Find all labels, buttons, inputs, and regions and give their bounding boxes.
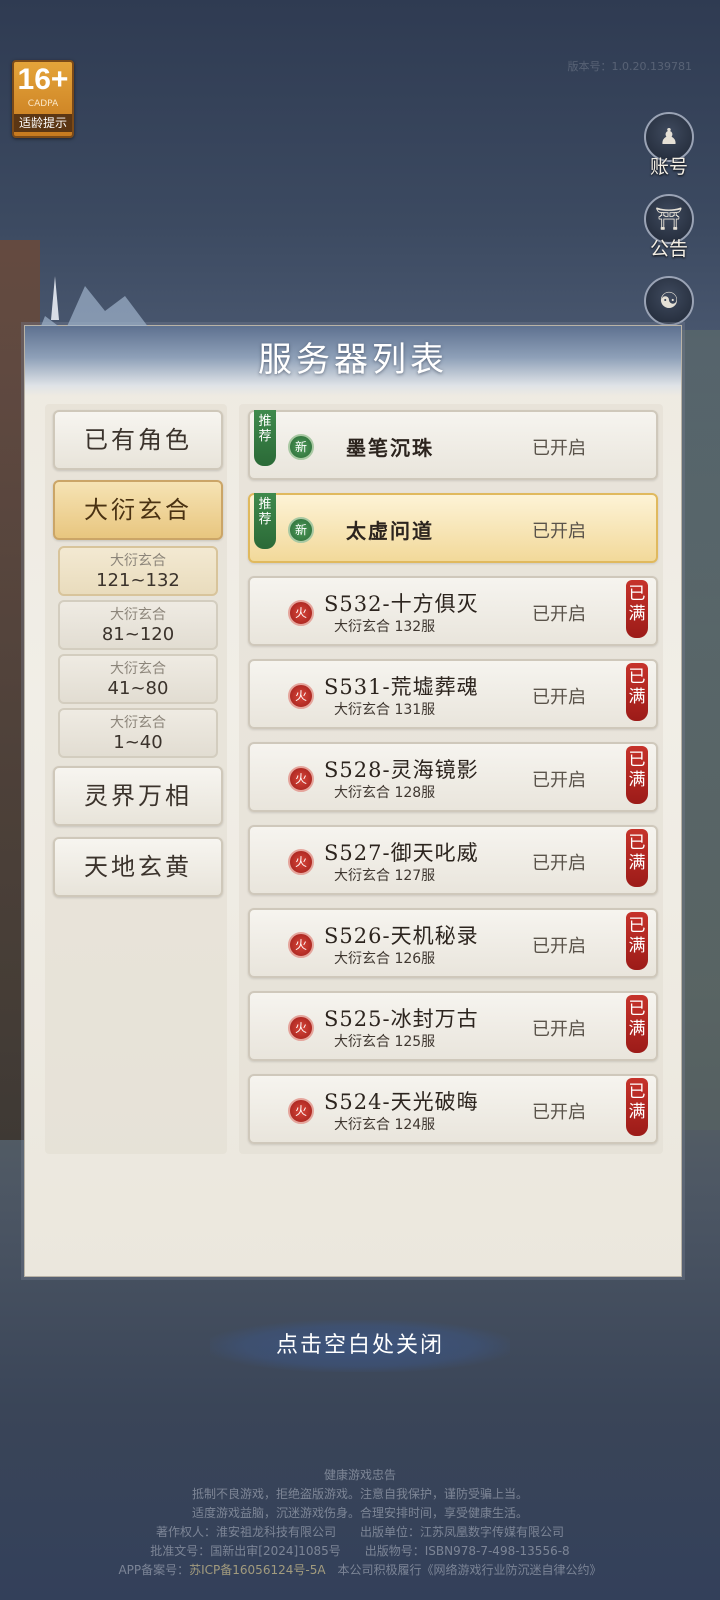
account-label: 账号 [649,156,688,178]
subcategory-range: 81~120 [101,624,175,645]
subcategory-1-40[interactable]: 大衍玄合 1~40 [58,708,218,758]
server-zone: 大衍玄合 132服 [334,619,436,635]
server-full-tag: 已满 [626,995,648,1053]
server-list-panel: 服务器列表 已有角色 大衍玄合 大衍玄合 121~132 大衍玄合 81~120… [24,276,682,1277]
category-tiandi-xuanhuang[interactable]: 天地玄黄 [53,837,223,897]
server-row[interactable]: 火 S525-冰封万古 大衍玄合 125服 已开启 已满 [248,991,658,1061]
server-status: 已开启 [532,853,586,874]
server-zone: 大衍玄合 127服 [334,868,436,884]
server-zone: 大衍玄合 125服 [334,1034,436,1050]
server-status: 已开启 [532,604,586,625]
server-name: S524-天光破晦 [324,1090,479,1114]
subcategory-121-132[interactable]: 大衍玄合 121~132 [58,546,218,596]
server-full-tag: 已满 [626,829,648,887]
new-server-icon: 新 [288,517,314,543]
subcategory-name: 大衍玄合 [110,661,166,677]
icp-link[interactable]: 苏ICP备16056124号-5A [189,1563,325,1577]
subcategory-name: 大衍玄合 [110,607,166,623]
age-rating-tip: 适龄提示 [14,114,72,132]
server-status: 已开启 [532,438,586,459]
server-status: 已开启 [532,936,586,957]
server-list: 推荐 新 墨笔沉珠 已开启 推荐 新 太虚问道 已开启 火 S532-十方俱灭 … [239,404,663,1154]
subcategory-range: 41~80 [107,678,169,699]
subcategory-name: 大衍玄合 [110,715,166,731]
server-status: 已开启 [532,521,586,542]
legal-line: 著作权人：淮安祖龙科技有限公司 出版单位：江苏凤凰数字传媒有限公司 [155,1525,564,1539]
third-side-button[interactable]: ☯ [640,276,698,326]
server-full-tag: 已满 [626,1078,648,1136]
hot-server-icon: 火 [288,849,314,875]
server-name: S531-荒墟葬魂 [324,675,479,699]
server-zone: 大衍玄合 126服 [334,951,436,967]
server-zone: 大衍玄合 131服 [334,702,436,718]
account-button[interactable]: ♟ 账号 [640,112,698,179]
subcategory-name: 大衍玄合 [110,553,166,569]
close-hint[interactable]: 点击空白处关闭 [210,1320,510,1372]
age-rating-badge[interactable]: 16+ CADPA 适龄提示 [12,60,74,138]
category-existing-roles[interactable]: 已有角色 [53,410,223,470]
server-row[interactable]: 火 S528-灵海镜影 大衍玄合 128服 已开启 已满 [248,742,658,812]
new-server-icon: 新 [288,434,314,460]
server-name: S528-灵海镜影 [324,758,479,782]
server-row[interactable]: 火 S532-十方俱灭 大衍玄合 132服 已开启 已满 [248,576,658,646]
legal-line: APP备案号：苏ICP备16056124号-5A 本公司积极履行《网络游戏行业防… [0,1561,720,1580]
server-row[interactable]: 火 S531-荒墟葬魂 大衍玄合 131服 已开启 已满 [248,659,658,729]
server-name: S525-冰封万古 [324,1007,479,1031]
panel-title: 服务器列表 [258,340,448,380]
server-status: 已开启 [532,1019,586,1040]
legal-notice: 健康游戏忠告 抵制不良游戏，拒绝盗版游戏。注意自我保护，谨防受骗上当。 适度游戏… [0,1466,720,1580]
category-dayan-xuanhe[interactable]: 大衍玄合 [53,480,223,540]
legal-line: 批准文号：国新出审[2024]1085号 出版物号：ISBN978-7-498-… [150,1544,570,1558]
icp-label: APP备案号： [118,1563,190,1577]
hot-server-icon: 火 [288,683,314,709]
hot-server-icon: 火 [288,766,314,792]
server-row[interactable]: 火 S526-天机秘录 大衍玄合 126服 已开启 已满 [248,908,658,978]
background-scenery-right [680,330,720,1130]
subcategory-81-120[interactable]: 大衍玄合 81~120 [58,600,218,650]
age-rating-org: CADPA [27,99,59,109]
version-label: 版本号：1.0.20.139781 [567,60,692,73]
hot-server-icon: 火 [288,1098,314,1124]
server-name: S532-十方俱灭 [324,592,479,616]
recommend-tag: 推荐 [254,410,276,466]
server-name: S526-天机秘录 [324,924,479,948]
server-status: 已开启 [532,1102,586,1123]
subcategory-41-80[interactable]: 大衍玄合 41~80 [58,654,218,704]
legal-line: 抵制不良游戏，拒绝盗版游戏。注意自我保护，谨防受骗上当。 [191,1487,528,1501]
notice-label: 公告 [649,238,688,260]
server-row[interactable]: 推荐 新 墨笔沉珠 已开启 [248,410,658,480]
server-status: 已开启 [532,687,586,708]
hot-server-icon: 火 [288,600,314,626]
category-lingjie-wanxiang[interactable]: 灵界万相 [53,766,223,826]
hot-server-icon: 火 [288,932,314,958]
server-full-tag: 已满 [626,663,648,721]
server-name: S527-御天叱威 [324,841,479,865]
subcategory-range: 121~132 [96,570,180,591]
category-sidebar: 已有角色 大衍玄合 大衍玄合 121~132 大衍玄合 81~120 大衍玄合 … [45,404,227,1154]
server-row-selected[interactable]: 推荐 新 太虚问道 已开启 [248,493,658,563]
legal-tail: 本公司积极履行《网络游戏行业防沉迷自律公约》 [325,1563,602,1577]
legal-line: 适度游戏益脑，沉迷游戏伤身。合理安排时间，享受健康生活。 [191,1506,528,1520]
legal-title: 健康游戏忠告 [323,1468,396,1482]
age-rating-value: 16+ [17,63,69,96]
server-row[interactable]: 火 S527-御天叱威 大衍玄合 127服 已开启 已满 [248,825,658,895]
notice-button[interactable]: ⛩ 公告 [640,194,698,261]
recommend-tag: 推荐 [254,493,276,549]
character-icon: ☯ [644,276,694,326]
server-name: 墨笔沉珠 [346,436,434,460]
server-full-tag: 已满 [626,580,648,638]
server-row[interactable]: 火 S524-天光破晦 大衍玄合 124服 已开启 已满 [248,1074,658,1144]
server-zone: 大衍玄合 128服 [334,785,436,801]
server-full-tag: 已满 [626,746,648,804]
server-zone: 大衍玄合 124服 [334,1117,436,1133]
server-status: 已开启 [532,770,586,791]
server-name: 太虚问道 [346,519,434,543]
subcategory-range: 1~40 [113,732,163,753]
hot-server-icon: 火 [288,1015,314,1041]
server-full-tag: 已满 [626,912,648,970]
